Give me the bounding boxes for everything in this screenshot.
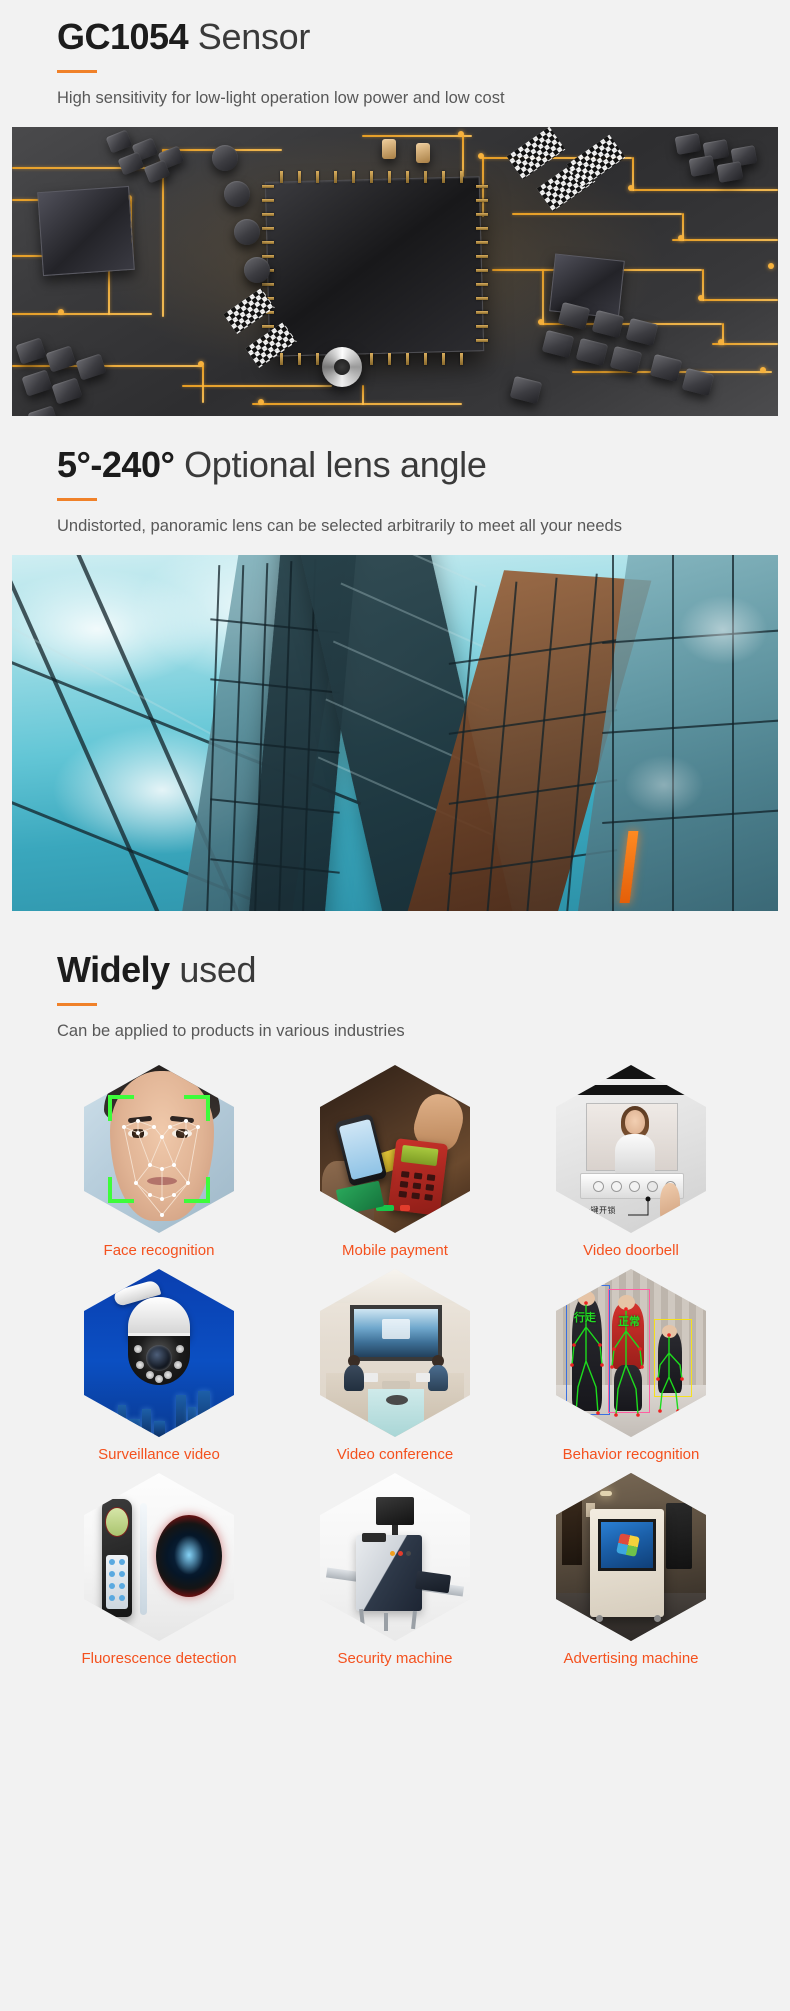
application-label: Advertising machine [563,1650,699,1667]
application-label: Video conference [336,1446,454,1463]
applications-title: Widely used [57,947,790,993]
application-label: Fluorescence detection [81,1650,237,1667]
pcb-illustration [12,127,778,416]
video-conference-icon[interactable] [320,1269,470,1437]
face-mesh-overlay [122,1119,200,1217]
sensor-title-strong: GC1054 [57,16,189,57]
face-recognition-icon[interactable] [84,1065,234,1233]
application-label: Behavior recognition [562,1446,700,1463]
doorbell-caption: 一键开锁 [582,1206,616,1215]
accent-underline [57,1003,97,1006]
application-item[interactable]: 一键开锁 Video doorbell [513,1065,749,1259]
focus-bracket-icon [108,1177,134,1203]
surveillance-camera-icon[interactable] [84,1269,234,1437]
behavior-tag-right: 正常 [618,1316,640,1328]
product-detail-page: GC1054 Sensor High sensitivity for low-l… [0,0,790,2011]
applications-subtitle: Can be applied to products in various in… [57,1022,405,1040]
glass-buildings-illustration [12,555,778,911]
sensor-title-light: Sensor [188,16,311,57]
application-item[interactable]: Mobile payment [277,1065,513,1259]
sensor-subtitle: High sensitivity for low-light operation… [57,89,505,107]
lens-title-strong: 5°-240° [57,444,175,485]
doorbell-callout-line [628,1196,651,1216]
sensor-hero-image [12,127,778,416]
secondary-chip [37,185,135,277]
video-doorbell-icon[interactable]: 一键开锁 [556,1065,706,1233]
lens-hero-image [12,555,778,911]
capacitor-ring [322,347,362,387]
application-item[interactable]: 行走 正常 Behavior recognition [513,1269,749,1463]
applications-title-light: used [169,949,257,990]
pose-skeleton-overlay [570,1301,684,1417]
lens-title-light: Optional lens angle [174,444,487,485]
application-hex-grid: Face recognition Mobile payment 一键开锁 Vid… [41,1065,749,1667]
fluorescence-detector-icon[interactable] [84,1473,234,1641]
focus-bracket-icon [184,1177,210,1203]
application-label: Mobile payment [342,1242,448,1259]
application-item[interactable]: Video conference [277,1269,513,1463]
mobile-payment-icon[interactable] [320,1065,470,1233]
behavior-tag-left: 行走 [574,1312,596,1324]
security-scanner-icon[interactable] [320,1473,470,1641]
accent-underline [57,70,97,73]
application-label: Video doorbell [583,1242,679,1259]
application-label: Face recognition [103,1242,215,1259]
applications-section: Face recognition Mobile payment 一键开锁 Vid… [0,1065,790,1695]
lens-title: 5°-240° Optional lens angle [57,442,790,488]
application-label: Security machine [337,1650,453,1667]
lens-subtitle: Undistorted, panoramic lens can be selec… [57,517,622,535]
main-sensor-chip [264,176,485,357]
behavior-recognition-icon[interactable]: 行走 正常 [556,1269,706,1437]
application-item[interactable]: Face recognition [41,1065,277,1259]
application-item[interactable]: Security machine [277,1473,513,1667]
application-item[interactable]: Surveillance video [41,1269,277,1463]
focus-bracket-icon [184,1095,210,1121]
application-item[interactable]: Advertising machine [513,1473,749,1667]
application-item[interactable]: Fluorescence detection [41,1473,277,1667]
advertising-kiosk-icon[interactable] [556,1473,706,1641]
application-label: Surveillance video [98,1446,220,1463]
applications-title-strong: Widely [57,949,170,990]
section-sensor-header: GC1054 Sensor High sensitivity for low-l… [0,0,790,110]
section-applications-header: Widely used Can be applied to products i… [0,911,790,1043]
page-title: GC1054 Sensor [57,14,790,60]
focus-bracket-icon [108,1095,134,1121]
accent-underline [57,498,97,501]
section-lens-header: 5°-240° Optional lens angle Undistorted,… [0,416,790,538]
